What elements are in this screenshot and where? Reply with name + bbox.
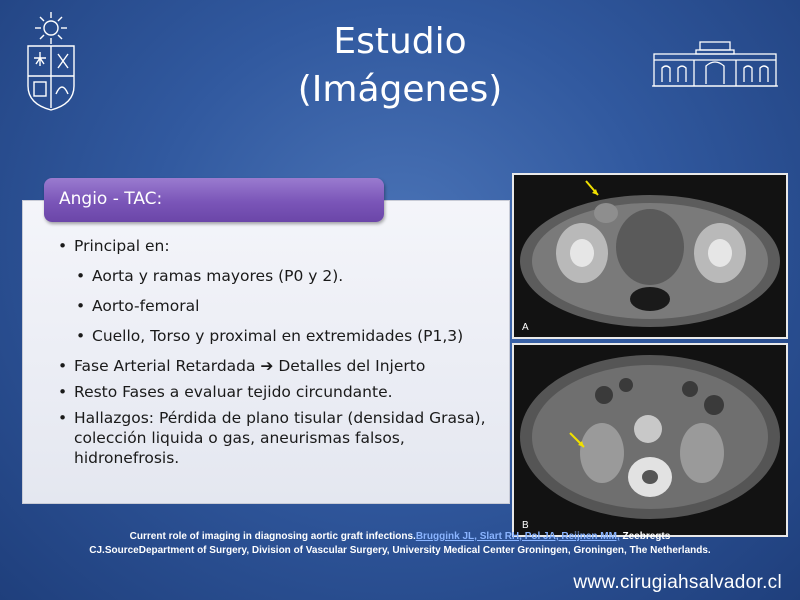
hospital-building-icon: [650, 38, 780, 90]
panel-header: Angio - TAC:: [44, 178, 384, 222]
arrow-right-icon: ➔: [260, 357, 274, 375]
title-line-2: (Imágenes): [297, 69, 503, 110]
reference-line-1: Current role of imaging in diagnosing ao…: [40, 530, 760, 544]
reference-line-2: CJ.SourceDepartment of Surgery, Division…: [89, 545, 711, 556]
slide: Estudio (Imágenes) Angio - TAC: Pri: [0, 0, 800, 600]
reference-title: Current role of imaging in diagnosing ao…: [129, 531, 416, 542]
bullet-text: Detalles del Injerto: [273, 357, 426, 375]
bullet-item: Fase Arterial Retardada ➔ Detalles del I…: [58, 356, 498, 376]
bullet-item: Hallazgos: Pérdida de plano tisular (den…: [58, 408, 498, 468]
bullet-item: Resto Fases a evaluar tejido circundante…: [58, 382, 498, 402]
panel-header-text: Angio - TAC:: [59, 189, 163, 209]
bullet-text: Fase Arterial Retardada: [74, 357, 261, 375]
title-line-1: Estudio: [333, 21, 467, 62]
reference-author-tail: Zeebregts: [619, 531, 671, 542]
bullet-list: Principal en: Aorta y ramas mayores (P0 …: [58, 236, 498, 468]
sub-bullet-item: Aorta y ramas mayores (P0 y 2).: [76, 266, 498, 286]
reference-citation: Current role of imaging in diagnosing ao…: [40, 530, 760, 558]
footer-url: www.cirugiahsalvador.cl: [573, 572, 782, 593]
reference-authors-link[interactable]: Bruggink JL, Slart RH, Pol JA, Reijnen M…: [416, 531, 620, 542]
university-crest-icon: [22, 8, 80, 112]
bullet-item: Principal en:: [58, 236, 498, 256]
ct-image-pelvis: A: [512, 173, 788, 339]
sub-bullet-item: Aorto-femoral: [76, 296, 498, 316]
ct-image-abdomen: B: [512, 343, 788, 537]
image-label-a: A: [522, 322, 529, 333]
sub-bullet-item: Cuello, Torso y proximal en extremidades…: [76, 326, 498, 346]
slide-title: Estudio (Imágenes): [200, 18, 600, 114]
